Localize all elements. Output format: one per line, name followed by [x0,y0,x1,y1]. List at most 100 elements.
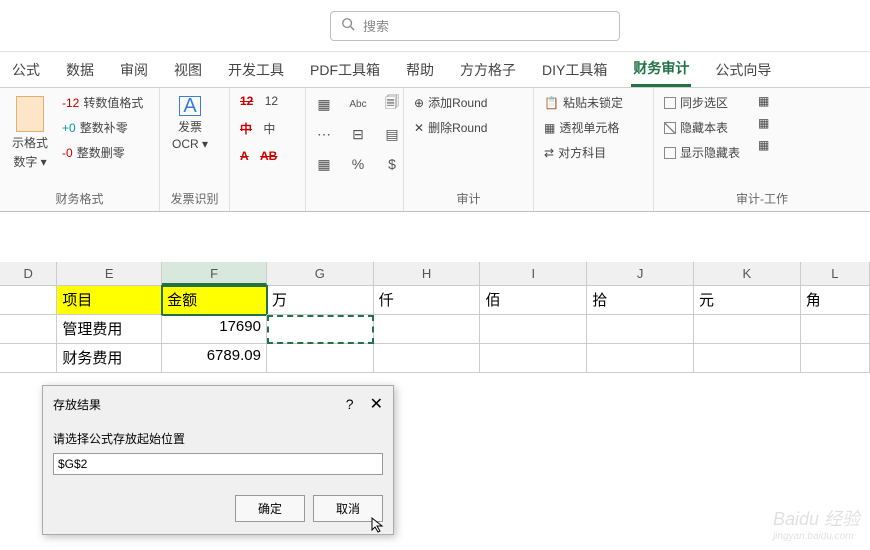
table-icon[interactable]: ▤ [380,122,404,146]
format-big-button[interactable]: 示格式 数字 ▾ [6,92,54,174]
cell-r1-c2[interactable]: 17690 [162,315,267,344]
cell-r1-c8[interactable] [801,315,870,344]
cell-r1-c3[interactable] [267,315,374,344]
dollar-icon[interactable]: $ [380,152,404,176]
col-header-K[interactable]: K [694,262,801,285]
ribbon: 示格式 数字 ▾ -12转数值格式 +0整数补零 -0整数删零 财务格式 A 发… [0,88,870,212]
dots-icon[interactable]: ⋯ [312,122,336,146]
col-header-J[interactable]: J [587,262,694,285]
cell-r0-c1[interactable]: 项目 [57,286,162,315]
group-label-audit-work: 审计-工作 [660,188,788,209]
col-header-F[interactable]: F [162,262,267,285]
col-header-D[interactable]: D [0,262,57,285]
format-label1: 示格式 [12,134,48,151]
tab-2[interactable]: 审阅 [118,54,150,86]
col-header-E[interactable]: E [57,262,162,285]
add-round-button[interactable]: ⊕添加Round [410,92,491,113]
cell-r2-c1[interactable]: 财务费用 [57,344,162,373]
cell-r1-c1[interactable]: 管理费用 [57,315,162,344]
grid-btn-zhong[interactable]: 中 中 [236,118,282,139]
to-number-format[interactable]: -12转数值格式 [58,92,147,113]
tab-4[interactable]: 开发工具 [226,54,286,86]
search-box[interactable]: 搜索 [330,11,620,41]
col-header-H[interactable]: H [374,262,481,285]
cell-r1-c6[interactable] [587,315,694,344]
menu-tabs: 公式数据审阅视图开发工具 PDF工具箱帮助方方格子 DIY工具箱财务审计公式向导 [0,52,870,88]
abc-icon[interactable]: Abc [346,92,370,116]
cell-r0-c4[interactable]: 仟 [374,286,481,315]
checkbox-icon [664,147,676,159]
tab-1[interactable]: 数据 [64,54,96,86]
cell-r0-c6[interactable]: 拾 [587,286,694,315]
del-round-button[interactable]: ✕删除Round [410,117,491,138]
cell-r2-c8[interactable] [801,344,870,373]
cal-icon[interactable]: 🗐 [380,92,404,116]
tab-3[interactable]: 视图 [172,54,204,86]
tab-0[interactable]: 公式 [10,54,42,86]
cell-r2-c4[interactable] [374,344,481,373]
spreadsheet[interactable]: DEFGHIJKL 项目金额万仟佰拾元角管理费用17690财务费用6789.09 [0,262,870,373]
percent-icon[interactable]: % [346,152,370,176]
paste-unlocked-button[interactable]: 📋粘贴未锁定 [540,92,627,113]
extra3[interactable]: ▦ [754,136,773,154]
invoice-ocr-button[interactable]: A 发票 OCR ▾ [166,92,214,155]
border-icon[interactable]: ▦ [312,92,336,116]
int-trim-zero[interactable]: -0整数删零 [58,142,147,163]
dialog-label: 请选择公式存放起始位置 [53,430,383,447]
counter-account-button[interactable]: ⇄对方科目 [540,142,627,163]
tab-9[interactable]: 财务审计 [631,52,691,87]
cell-r0-c5[interactable]: 佰 [480,286,587,315]
group-label-finance-format: 财务格式 [6,188,153,209]
cell-r2-c3[interactable] [267,344,374,373]
cell-r0-c7[interactable]: 元 [694,286,801,315]
pivot-cell-button[interactable]: ▦透视单元格 [540,117,627,138]
group-label-audit: 审计 [410,188,527,209]
sync-selection-button[interactable]: 同步选区 [660,92,744,113]
extra1[interactable]: ▦ [754,92,773,110]
cell-r1-c7[interactable] [694,315,801,344]
cell-r0-c8[interactable]: 角 [801,286,870,315]
search-placeholder: 搜索 [363,16,389,35]
cell-r0-c3[interactable]: 万 [267,286,374,315]
grid-icon[interactable]: ▦ [312,152,336,176]
line-icon[interactable]: ⊟ [346,122,370,146]
tab-7[interactable]: 方方格子 [458,54,518,86]
x-icon: ✕ [414,121,424,135]
grid-btn-12a[interactable]: 12 12 [236,92,282,110]
tab-5[interactable]: PDF工具箱 [308,54,382,86]
checkbox-icon [664,97,676,109]
tab-6[interactable]: 帮助 [404,54,436,86]
dialog-ok-button[interactable]: 确定 [235,495,305,522]
hide-sheet-button[interactable]: 隐藏本表 [660,117,744,138]
cell-r1-c5[interactable] [480,315,587,344]
cell-r0-c0[interactable] [0,286,57,315]
show-hidden-button[interactable]: 显示隐藏表 [660,142,744,163]
extra2[interactable]: ▦ [754,114,773,132]
cell-r2-c7[interactable] [694,344,801,373]
pivot-icon: ▦ [544,121,555,135]
dialog-help-button[interactable]: ? [346,396,354,412]
dialog-cell-ref-input[interactable] [53,453,383,475]
int-pad-zero[interactable]: +0整数补零 [58,117,147,138]
invoice-icon: A [179,96,201,116]
grid-btn-ab[interactable]: A AB [236,147,282,165]
cell-r0-c2[interactable]: 金额 [162,286,267,315]
format-label2: 数字 ▾ [13,153,46,170]
col-header-I[interactable]: I [480,262,587,285]
tab-10[interactable]: 公式向导 [713,54,773,86]
cell-r2-c5[interactable] [480,344,587,373]
invoice-label2: OCR ▾ [172,137,208,151]
dialog-close-button[interactable]: ✕ [370,394,383,414]
cell-r2-c6[interactable] [587,344,694,373]
cell-r1-c0[interactable] [0,315,57,344]
cell-r1-c4[interactable] [374,315,481,344]
tab-8[interactable]: DIY工具箱 [540,54,609,86]
plus-icon: ⊕ [414,96,424,110]
col-header-L[interactable]: L [801,262,870,285]
watermark: Baidu 经验 jingyan.baidu.com [773,505,860,542]
cell-r2-c2[interactable]: 6789.09 [162,344,267,373]
cell-r2-c0[interactable] [0,344,57,373]
search-icon [341,17,355,34]
col-header-G[interactable]: G [267,262,374,285]
dialog-cancel-button[interactable]: 取消 [313,495,383,522]
